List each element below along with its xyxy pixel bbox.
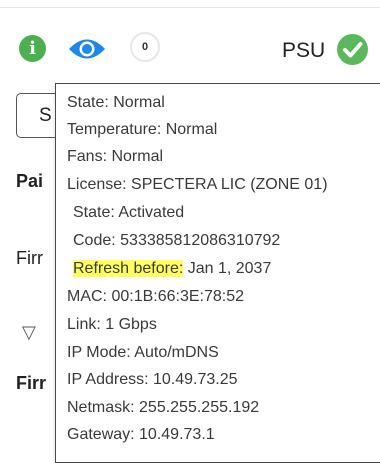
tooltip-license: License: SPECTERA LIC (ZONE 01): [67, 176, 328, 193]
background-label-firmware: Firr: [16, 248, 43, 268]
tooltip-fans: Fans: Normal: [67, 148, 164, 165]
tooltip-state: State: Normal: [67, 94, 165, 111]
tooltip-gateway: Gateway: 10.49.73.1: [67, 426, 215, 443]
background-label-firmware-2: Firr: [16, 373, 47, 393]
background-label-pairing: Pai: [16, 171, 44, 191]
tooltip-netmask: Netmask: 255.255.255.192: [67, 399, 260, 416]
info-icon[interactable]: i: [19, 35, 46, 62]
eye-icon[interactable]: [67, 36, 107, 62]
tooltip-temperature: Temperature: Normal: [67, 121, 218, 138]
count-badge[interactable]: 0: [130, 32, 160, 62]
check-icon: [337, 34, 368, 65]
tooltip-ip-mode: IP Mode: Auto/mDNS: [67, 344, 219, 361]
tooltip-mac: MAC: 00:1B:66:3E:78:52: [67, 288, 244, 305]
device-info-tooltip: State: Normal Temperature: Normal Fans: …: [55, 83, 380, 463]
tooltip-link: Link: 1 Gbps: [67, 316, 157, 333]
tooltip-license-state: State: Activated: [73, 204, 185, 221]
tooltip-ip-address: IP Address: 10.49.73.25: [67, 371, 238, 388]
triangle-down-icon[interactable]: ▽: [22, 322, 36, 343]
refresh-value: Jan 1, 2037: [183, 260, 272, 277]
tooltip-license-code: Code: 533385812086310792: [73, 232, 281, 249]
tooltip-refresh: Refresh before: Jan 1, 2037: [73, 260, 271, 278]
refresh-label-highlight: Refresh before:: [73, 260, 184, 277]
top-divider: [0, 7, 380, 8]
psu-label: PSU: [282, 39, 326, 62]
